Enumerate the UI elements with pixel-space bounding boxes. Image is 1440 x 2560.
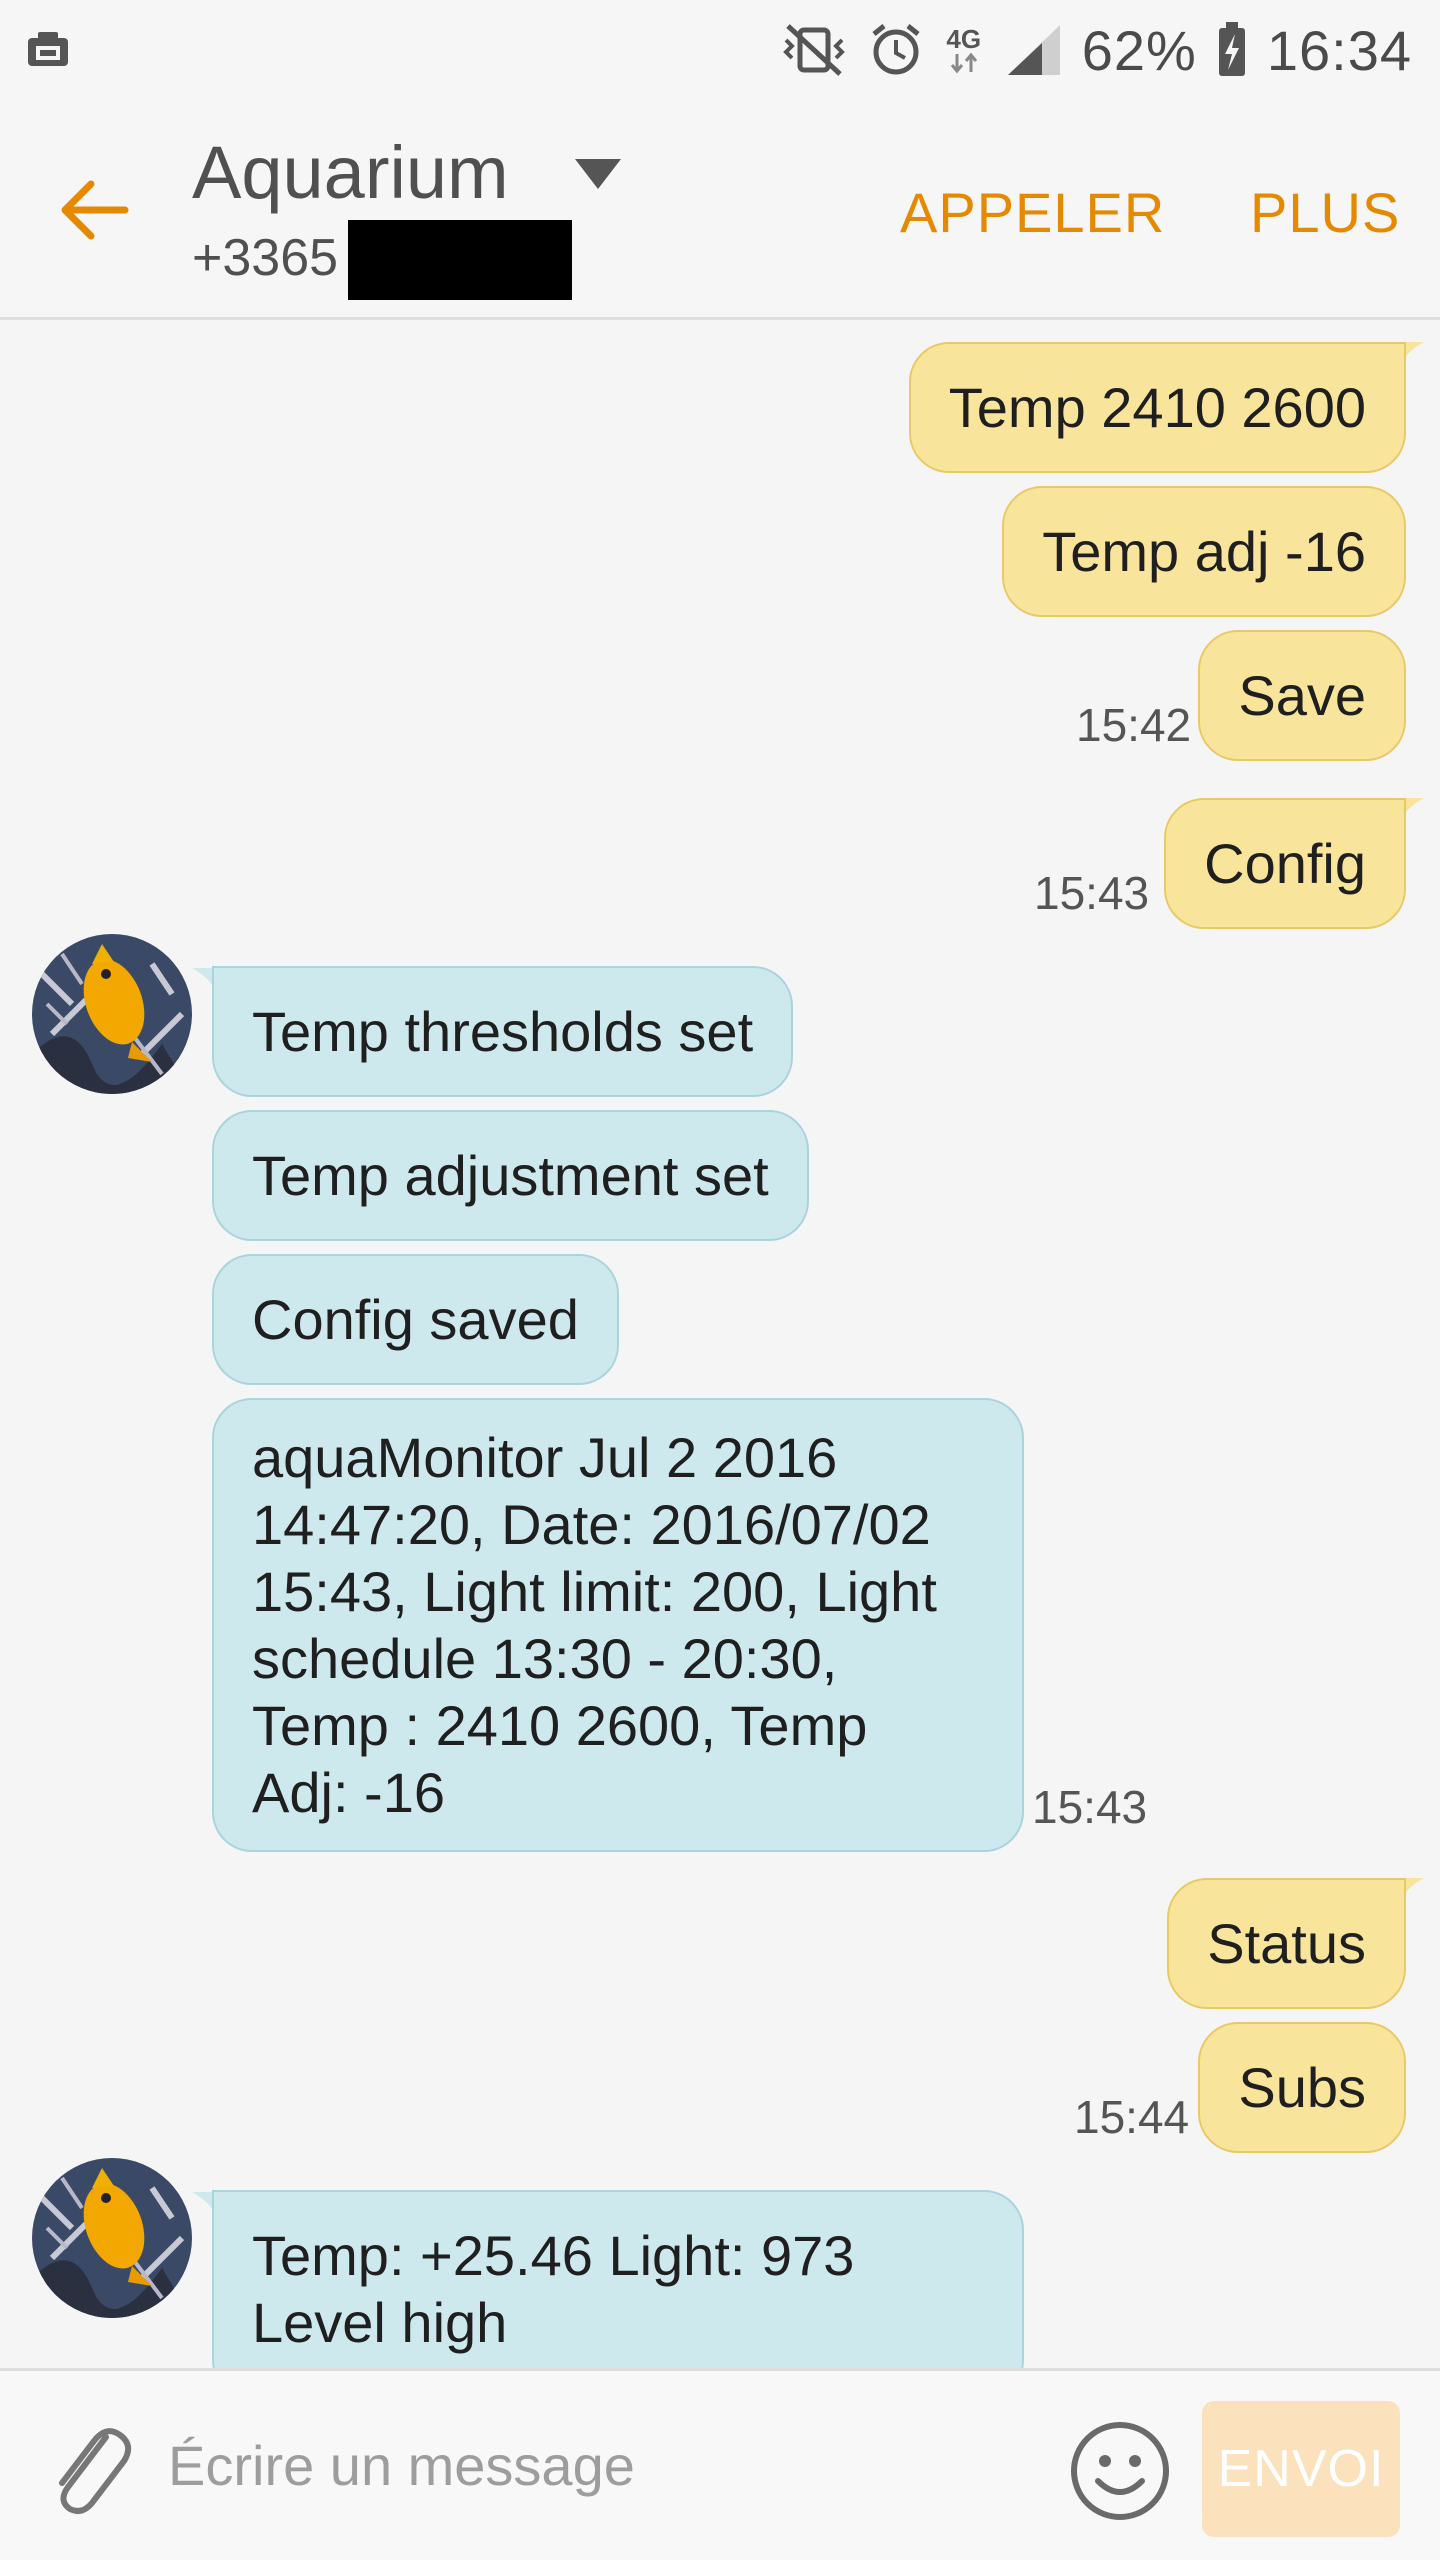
redacted-number-block — [348, 220, 572, 300]
network-4g-icon: 4G — [942, 26, 986, 74]
vibrate-off-icon — [778, 22, 850, 78]
paperclip-icon — [59, 2428, 132, 2514]
status-bar: 4G 62% 16:34 — [0, 0, 1440, 100]
message-bubble-incoming[interactable]: Temp thresholds set — [212, 966, 794, 1097]
signal-icon — [1006, 23, 1062, 77]
conversation-header: Aquarium +3365 APPELER PLUS — [0, 100, 1440, 320]
message-input[interactable] — [168, 2415, 1048, 2515]
message-timestamp: 15:43 — [1034, 867, 1150, 919]
message-bubble-incoming[interactable]: aquaMonitor Jul 2 2016 14:47:20, Date: 2… — [212, 1398, 1024, 1852]
screenshot-icon — [26, 28, 72, 70]
message-timestamp: 15:42 — [1076, 699, 1192, 751]
message-bubble-incoming[interactable]: Temp adjustment set — [212, 1110, 809, 1241]
contact-avatar[interactable] — [32, 934, 192, 1094]
clock: 16:34 — [1266, 18, 1412, 82]
message-bubble-incoming[interactable]: Config saved — [212, 1254, 619, 1385]
message-bubble-outgoing[interactable]: Subs — [1198, 2022, 1406, 2153]
message-bubble-outgoing[interactable]: Save — [1198, 630, 1406, 761]
smiley-icon — [1071, 2422, 1169, 2520]
alarm-icon — [870, 22, 922, 78]
fish-avatar-image — [32, 2158, 192, 2318]
message-bubble-incoming[interactable]: Temp: +25.46 Light: 973 Level high — [212, 2190, 1024, 2368]
send-button[interactable]: ENVOI — [1202, 2401, 1400, 2537]
battery-percentage: 62% — [1081, 18, 1197, 82]
contact-avatar[interactable] — [32, 2158, 192, 2318]
attach-button[interactable] — [44, 2417, 134, 2517]
message-bubble-outgoing[interactable]: Config — [1164, 798, 1406, 929]
call-button[interactable]: APPELER — [900, 180, 1165, 245]
message-bubble-outgoing[interactable]: Temp 2410 2600 — [908, 342, 1406, 473]
emoji-button[interactable] — [1068, 2419, 1172, 2523]
message-bubble-outgoing[interactable]: Temp adj -16 — [1002, 486, 1406, 617]
message-timestamp: 15:43 — [1032, 1781, 1148, 1833]
contact-dropdown-button[interactable] — [570, 154, 626, 194]
more-button[interactable]: PLUS — [1250, 180, 1400, 245]
message-bubble-outgoing[interactable]: Status — [1167, 1878, 1406, 2009]
message-composer: ENVOI — [0, 2368, 1440, 2560]
arrow-left-icon — [61, 180, 129, 240]
battery-charging-icon — [1217, 22, 1247, 78]
caret-down-icon — [575, 159, 621, 189]
message-thread[interactable]: Temp 2410 2600 Temp adj -16 Save 15:42 C… — [0, 320, 1440, 2368]
message-timestamp: 15:44 — [1074, 2091, 1190, 2143]
contact-number: +3365 — [192, 229, 339, 287]
contact-name[interactable]: Aquarium — [192, 130, 509, 215]
fish-avatar-image — [32, 934, 192, 1094]
back-button[interactable] — [50, 170, 140, 250]
